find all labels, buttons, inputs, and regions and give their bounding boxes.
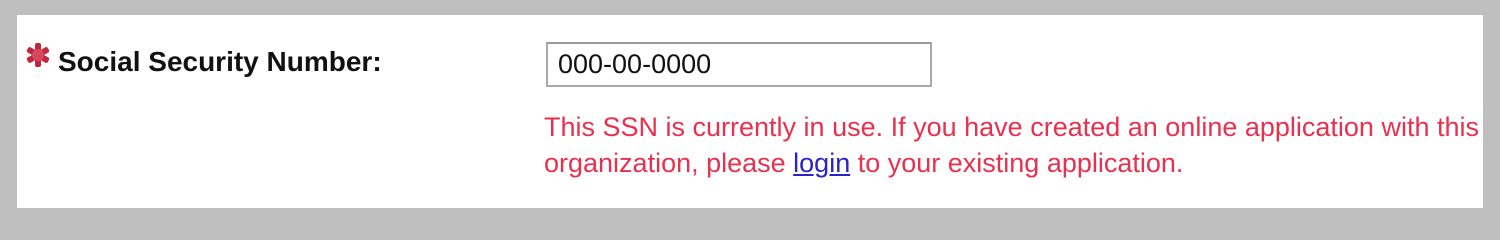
login-link[interactable]: login (793, 148, 850, 178)
ssn-error-message: This SSN is currently in use. If you hav… (544, 109, 1479, 181)
ssn-input[interactable] (546, 42, 932, 87)
required-asterisk-icon (25, 42, 51, 68)
ssn-form-row: Social Security Number: This SSN is curr… (17, 15, 1483, 208)
error-text-after-link: to your existing application. (850, 148, 1184, 178)
ssn-field-label: Social Security Number: (58, 46, 382, 77)
